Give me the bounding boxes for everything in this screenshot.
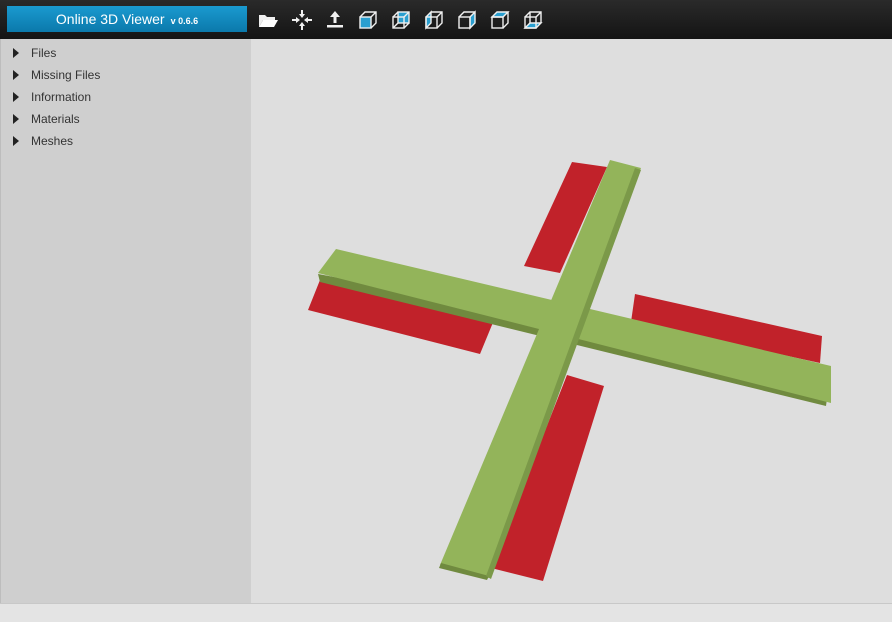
back-view-icon[interactable]	[390, 9, 412, 31]
sidebar-item-label: Materials	[31, 112, 80, 126]
app-title-button[interactable]: Online 3D Viewer v 0.6.6	[7, 6, 247, 32]
top-toolbar: Online 3D Viewer v 0.6.6	[0, 0, 892, 39]
expand-arrow-icon	[13, 92, 19, 102]
set-up-vector-icon[interactable]	[324, 9, 346, 31]
expand-arrow-icon	[13, 136, 19, 146]
3d-viewport[interactable]	[251, 39, 892, 603]
front-view-icon[interactable]	[357, 9, 379, 31]
expand-arrow-icon	[13, 48, 19, 58]
sidebar-item-materials[interactable]: Materials	[13, 110, 80, 128]
expand-arrow-icon	[13, 70, 19, 80]
sidebar: Files Missing Files Information Material…	[0, 39, 251, 603]
sidebar-item-files[interactable]: Files	[13, 44, 56, 62]
right-view-icon[interactable]	[456, 9, 478, 31]
bottom-view-icon[interactable]	[522, 9, 544, 31]
expand-arrow-icon	[13, 114, 19, 124]
sidebar-item-meshes[interactable]: Meshes	[13, 132, 73, 150]
app-name: Online 3D Viewer	[55, 11, 165, 27]
sidebar-item-missing-files[interactable]: Missing Files	[13, 66, 100, 84]
sidebar-item-label: Missing Files	[31, 68, 101, 82]
top-view-icon[interactable]	[489, 9, 511, 31]
sidebar-item-label: Information	[31, 90, 92, 104]
3d-model-render[interactable]	[251, 39, 892, 603]
app-version: v 0.6.6	[170, 16, 199, 26]
sidebar-item-label: Meshes	[31, 134, 74, 148]
sidebar-item-label: Files	[31, 46, 57, 60]
open-folder-icon[interactable]	[257, 9, 279, 31]
bottom-bar	[0, 603, 892, 622]
left-view-icon[interactable]	[423, 9, 445, 31]
sidebar-item-information[interactable]: Information	[13, 88, 91, 106]
fit-to-window-icon[interactable]	[291, 9, 313, 31]
